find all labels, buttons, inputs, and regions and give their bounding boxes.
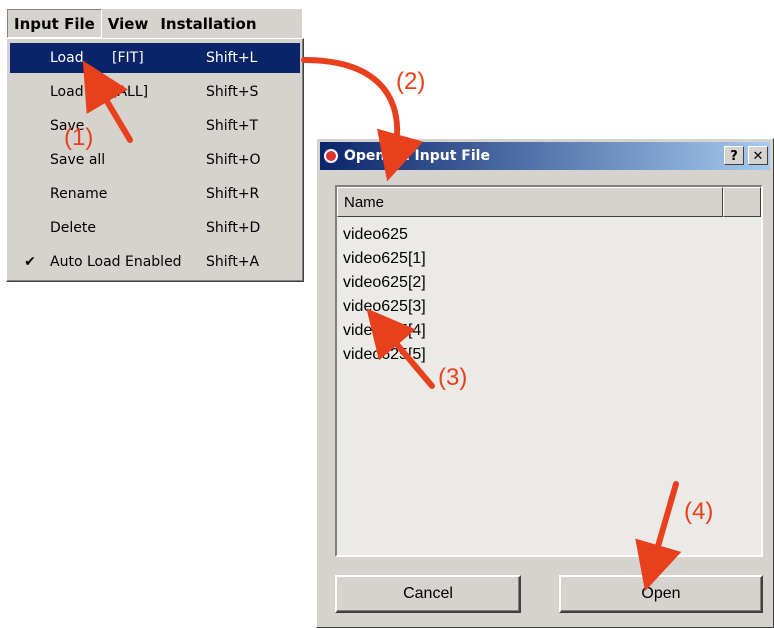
menu-item-label: Load [50,84,84,100]
column-header-name[interactable]: Name [337,187,723,217]
menu-item-label: Load [50,50,84,66]
list-item[interactable]: video625[4] [343,319,426,343]
input-file-dropdown: Load [FIT] Shift+L Load [ALL] Shift+S Sa… [6,38,304,282]
menu-item-arg: [FIT] [112,50,144,66]
menu-item-label: Delete [50,220,96,236]
menu-item-shortcut: Shift+S [206,84,259,100]
column-header-empty[interactable] [723,187,761,217]
menu-item-shortcut: Shift+O [206,152,261,168]
menu-view[interactable]: View [102,9,155,38]
app-icon [324,149,338,163]
dialog-title: Open an Input File [344,148,490,164]
menu-item-save[interactable]: Save Shift+T [10,111,300,141]
menu-item-auto-load-enabled[interactable]: ✔ Auto Load Enabled Shift+A [10,247,300,277]
menu-input-file[interactable]: Input File [7,9,102,38]
menu-item-shortcut: Shift+A [206,254,260,270]
menu-item-label: Rename [50,186,108,202]
menu-item-shortcut: Shift+T [206,118,259,134]
annotation-step2: (2) [396,68,426,95]
list-item[interactable]: video625[5] [343,343,426,367]
cancel-button[interactable]: Cancel [335,575,521,613]
menu-item-delete[interactable]: Delete Shift+D [10,213,300,243]
menu-item-shortcut: Shift+L [206,50,258,66]
list-item[interactable]: video625[2] [343,271,426,295]
menu-item-save-all[interactable]: Save all Shift+O [10,145,300,175]
menu-item-label: Auto Load Enabled [50,254,182,270]
menu-item-load-fit[interactable]: Load [FIT] Shift+L [10,43,300,73]
open-input-file-dialog: Open an Input File ? ✕ Name video625 vid… [316,138,774,628]
annotation-step3: (3) [438,364,468,391]
list-item[interactable]: video625 [343,223,408,247]
menu-installation[interactable]: Installation [154,9,262,38]
menu-item-label: Save all [50,152,106,168]
menu-item-load-all[interactable]: Load [ALL] Shift+S [10,77,300,107]
check-icon: ✔ [24,254,36,270]
menu-item-rename[interactable]: Rename Shift+R [10,179,300,209]
annotation-step1: (1) [64,124,94,151]
list-item[interactable]: video625[1] [343,247,426,271]
menu-item-arg: [ALL] [112,84,149,100]
dialog-titlebar[interactable]: Open an Input File ? ✕ [320,142,770,170]
menu-item-shortcut: Shift+R [206,186,260,202]
annotation-step4: (4) [684,498,714,525]
menu-item-shortcut: Shift+D [206,220,261,236]
menubar: Input File View Installation [6,8,302,38]
help-button[interactable]: ? [724,146,744,165]
close-button[interactable]: ✕ [748,146,768,165]
open-button[interactable]: Open [559,575,763,613]
list-item[interactable]: video625[3] [343,295,426,319]
